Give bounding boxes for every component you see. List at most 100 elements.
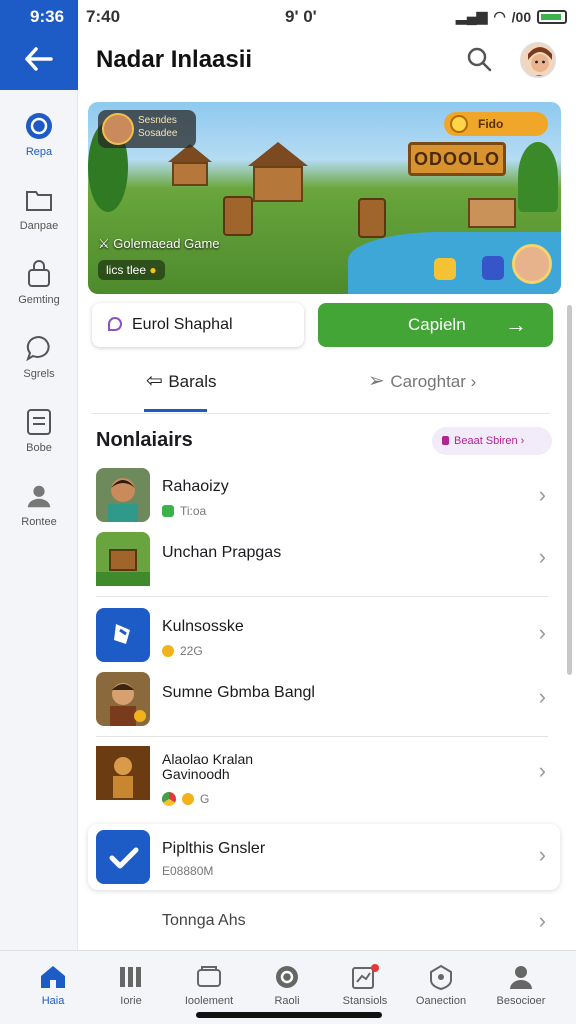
tab-label: Caroghtar (390, 372, 466, 391)
nav-label: Haia (41, 995, 65, 1007)
nav-label: Stansiols (342, 995, 388, 1007)
avatar[interactable] (520, 42, 556, 78)
tab-barals[interactable]: ⇦ Barals (146, 368, 217, 393)
banner-caption: ⚔ Golemaead Game (98, 236, 220, 252)
chevron-right-icon: › (538, 544, 546, 569)
banner-barrel (358, 198, 386, 238)
primary-action-label: Capieln (408, 315, 466, 334)
game-icon (96, 468, 150, 522)
item-name: Alaolao Kralan Gavinoodh (162, 752, 253, 782)
rail-item-sgrels[interactable]: Sgrels (0, 334, 78, 380)
nav-item-library[interactable]: Iorie (90, 963, 172, 1007)
signal-icon: ▂▄▆ (456, 8, 488, 24)
nav-item-folder[interactable]: Ioolement (168, 963, 250, 1007)
list-item[interactable]: Alaolao Kralan Gavinoodh G › (88, 746, 560, 812)
section-chip[interactable]: Beaat Sbiren › (432, 427, 552, 455)
nav-label: Besocioer (496, 995, 546, 1007)
player-card-line1: Sesndes (138, 115, 177, 126)
list-item[interactable]: Sumne Gbmba Bangl › (88, 672, 560, 728)
chevron-right-icon: › (465, 372, 477, 391)
player-card-line2: Sosadee (138, 128, 178, 139)
list-item[interactable]: Tonnga Ahs › (88, 906, 560, 942)
status-bar: 9:36 7:40 9' 0' ▂▄▆ ◠ /00 (0, 0, 576, 34)
home-indicator[interactable] (196, 1012, 382, 1018)
scrollbar[interactable] (567, 305, 572, 675)
tab-label: Barals (168, 372, 217, 391)
folder-icon (25, 186, 53, 214)
primary-action-button[interactable]: Capieln → (318, 303, 553, 347)
list-item-card[interactable]: Piplthis Gnsler E08880M › (88, 824, 560, 890)
tab-indicator (144, 409, 207, 412)
rail-label: Rontee (21, 516, 57, 528)
game-icon (96, 746, 150, 800)
search-icon (467, 47, 492, 72)
rail-item-repa[interactable]: Repa (0, 112, 78, 158)
divider (96, 736, 548, 737)
featured-game-banner[interactable]: Sesndes Sosadee Fido ODOOLO ⚔ Golemaead … (88, 102, 561, 294)
rail-label: Repa (25, 146, 53, 158)
secondary-action-button[interactable]: Eurol Shaphal (92, 303, 304, 347)
coin-badge: Fido (444, 112, 548, 136)
chat-icon (25, 334, 53, 362)
send-icon: ➢ (368, 370, 391, 392)
nav-label: Oanection (415, 995, 467, 1007)
shield-icon (427, 963, 455, 991)
game-icon (96, 532, 150, 586)
item-sub-text: E08880M (162, 864, 214, 878)
status-time: 7:40 (86, 7, 121, 26)
nav-item-connection[interactable]: Oanection (400, 963, 482, 1007)
shield-button[interactable] (434, 258, 456, 280)
item-sub: Ti:oa (162, 504, 206, 518)
rail-item-danpae[interactable]: Danpae (0, 186, 78, 232)
signal-text: /00 (511, 8, 532, 25)
banner-house (248, 142, 308, 202)
emoji-icon (182, 793, 194, 805)
checkbox-icon (96, 830, 150, 884)
chevron-right-icon: › (538, 482, 546, 507)
secondary-action-label: Eurol Shaphal (132, 316, 233, 333)
item-name-line1: Alaolao Kralan (162, 751, 254, 767)
banner-cottage (468, 198, 516, 228)
list-item[interactable]: Rahaoizy Ti:oa › (88, 468, 560, 524)
nav-item-profile[interactable]: Besocioer (480, 963, 562, 1007)
tag-icon (108, 317, 122, 331)
list-item[interactable]: Kulnsosske 22G › (88, 608, 560, 664)
rail-item-gemting[interactable]: Gemting (0, 260, 78, 306)
game-icon (96, 608, 150, 662)
item-name: Rahaoizy (162, 478, 229, 495)
status-dot-icon (162, 505, 174, 517)
item-sub-text: G (200, 792, 210, 806)
chevron-right-icon: › (538, 908, 546, 933)
nav-item-refresh[interactable]: Raoli (246, 963, 328, 1007)
banner-tree (518, 142, 558, 212)
divider (96, 596, 548, 597)
chevron-right-icon: › (538, 842, 546, 867)
card-icon (25, 408, 53, 436)
rail-label: Bobe (26, 442, 52, 454)
refresh-icon (273, 963, 301, 991)
section-title: Nonlaiairs (96, 429, 193, 451)
rail-item-rontee[interactable]: Rontee (0, 482, 78, 528)
coin-label: Fido (478, 117, 504, 131)
tab-divider (92, 413, 550, 414)
search-button[interactable] (466, 46, 492, 77)
rail-item-bobe[interactable]: Bobe (0, 408, 78, 454)
smile-icon: ● (149, 263, 157, 277)
nav-label: Ioolement (184, 995, 234, 1007)
battery-icon (537, 9, 568, 24)
nav-item-home[interactable]: Haia (12, 963, 94, 1007)
list-item[interactable]: Unchan Prapgas › (88, 532, 560, 588)
item-name: Sumne Gbmba Bangl (162, 684, 315, 701)
player-face-icon (102, 113, 134, 145)
share-button[interactable] (482, 256, 504, 280)
item-sub-text: 22G (180, 644, 203, 658)
character-avatar[interactable] (512, 244, 552, 284)
banner-house-small (168, 144, 212, 186)
banner-caption-text: Golemaead Game (113, 236, 220, 251)
emoji-icon (162, 645, 174, 657)
item-sub: 22G (162, 644, 203, 658)
nav-item-stats[interactable]: Stansiols (324, 963, 406, 1007)
tab-caroghtar[interactable]: ➢ Caroghtar › (368, 368, 476, 393)
banner-subcaption-text: lics tlee (106, 263, 147, 277)
chrome-icon (162, 792, 176, 806)
